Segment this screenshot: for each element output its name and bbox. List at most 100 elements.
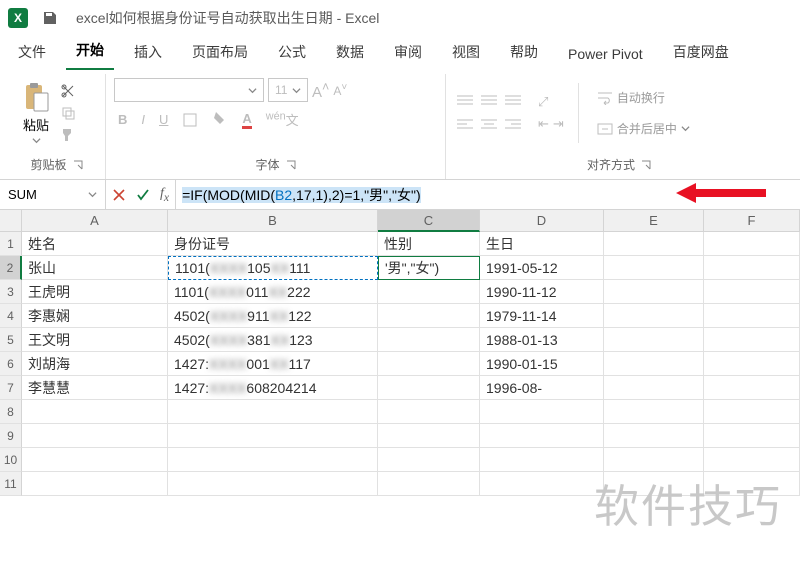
font-size-select[interactable]: 11 bbox=[268, 78, 308, 102]
cell-B10[interactable] bbox=[168, 448, 378, 472]
cell-C10[interactable] bbox=[378, 448, 480, 472]
cell-D2[interactable]: 1991-05-12 bbox=[480, 256, 604, 280]
cancel-icon[interactable] bbox=[112, 188, 126, 202]
cell-C7[interactable] bbox=[378, 376, 480, 400]
format-painter-icon[interactable] bbox=[60, 127, 76, 143]
cell-F1[interactable] bbox=[704, 232, 800, 256]
col-header-E[interactable]: E bbox=[604, 210, 704, 232]
cell-D4[interactable]: 1979-11-14 bbox=[480, 304, 604, 328]
row-header-9[interactable]: 9 bbox=[0, 424, 22, 448]
cell-E2[interactable] bbox=[604, 256, 704, 280]
bold-button[interactable]: B bbox=[118, 112, 127, 127]
merge-center-button[interactable]: 合并后居中 bbox=[593, 118, 694, 139]
align-center-icon[interactable] bbox=[478, 114, 500, 136]
cell-E1[interactable] bbox=[604, 232, 704, 256]
cell-C6[interactable] bbox=[378, 352, 480, 376]
tab-layout[interactable]: 页面布局 bbox=[182, 34, 258, 70]
cell-B9[interactable] bbox=[168, 424, 378, 448]
cell-B2[interactable]: 1101(XXXX105XX111 bbox=[168, 256, 378, 280]
formula-bar[interactable]: =IF(MOD(MID(B2,17,1),2)=1,"男","女") bbox=[176, 180, 800, 209]
increase-indent-icon[interactable]: ⇥ bbox=[553, 116, 564, 132]
cell-C11[interactable] bbox=[378, 472, 480, 496]
wrap-text-button[interactable]: 自动换行 bbox=[593, 87, 694, 108]
paste-button[interactable]: 粘贴 bbox=[16, 79, 56, 147]
cell-A3[interactable]: 王虎明 bbox=[22, 280, 168, 304]
confirm-icon[interactable] bbox=[136, 188, 150, 202]
orientation-icon[interactable]: ⤢ bbox=[538, 94, 564, 110]
fx-icon[interactable]: fx bbox=[160, 186, 169, 204]
row-header-4[interactable]: 4 bbox=[0, 304, 22, 328]
align-bottom-icon[interactable] bbox=[502, 90, 524, 112]
cell-F6[interactable] bbox=[704, 352, 800, 376]
cell-C5[interactable] bbox=[378, 328, 480, 352]
cell-F4[interactable] bbox=[704, 304, 800, 328]
cell-A11[interactable] bbox=[22, 472, 168, 496]
cell-C1[interactable]: 性别 bbox=[378, 232, 480, 256]
fill-color-icon[interactable] bbox=[212, 110, 228, 129]
cell-E6[interactable] bbox=[604, 352, 704, 376]
tab-data[interactable]: 数据 bbox=[326, 34, 374, 70]
cell-A10[interactable] bbox=[22, 448, 168, 472]
align-middle-icon[interactable] bbox=[478, 90, 500, 112]
cell-F5[interactable] bbox=[704, 328, 800, 352]
dialog-launcher-icon[interactable] bbox=[641, 160, 651, 170]
cell-E3[interactable] bbox=[604, 280, 704, 304]
row-header-10[interactable]: 10 bbox=[0, 448, 22, 472]
cell-F9[interactable] bbox=[704, 424, 800, 448]
tab-view[interactable]: 视图 bbox=[442, 34, 490, 70]
cut-icon[interactable] bbox=[60, 83, 76, 99]
cell-A6[interactable]: 刘胡海 bbox=[22, 352, 168, 376]
cell-B5[interactable]: 4502(XXXX381XX123 bbox=[168, 328, 378, 352]
cell-D6[interactable]: 1990-01-15 bbox=[480, 352, 604, 376]
cell-F2[interactable] bbox=[704, 256, 800, 280]
cell-F8[interactable] bbox=[704, 400, 800, 424]
cell-B8[interactable] bbox=[168, 400, 378, 424]
cell-A4[interactable]: 李惠娴 bbox=[22, 304, 168, 328]
copy-icon[interactable] bbox=[60, 105, 76, 121]
cell-A2[interactable]: 张山 bbox=[22, 256, 168, 280]
cell-C9[interactable] bbox=[378, 424, 480, 448]
cell-B7[interactable]: 1427:XXXX608204214 bbox=[168, 376, 378, 400]
cell-D8[interactable] bbox=[480, 400, 604, 424]
cell-D9[interactable] bbox=[480, 424, 604, 448]
name-box[interactable]: SUM bbox=[0, 180, 106, 209]
cell-D10[interactable] bbox=[480, 448, 604, 472]
tab-formulas[interactable]: 公式 bbox=[268, 34, 316, 70]
cell-B6[interactable]: 1427:XXXX001XX117 bbox=[168, 352, 378, 376]
col-header-C[interactable]: C bbox=[378, 210, 480, 232]
cell-E9[interactable] bbox=[604, 424, 704, 448]
col-header-A[interactable]: A bbox=[22, 210, 168, 232]
tab-home[interactable]: 开始 bbox=[66, 32, 114, 70]
tab-help[interactable]: 帮助 bbox=[500, 34, 548, 70]
row-header-7[interactable]: 7 bbox=[0, 376, 22, 400]
shrink-font-icon[interactable]: A˅ bbox=[333, 82, 347, 98]
row-header-5[interactable]: 5 bbox=[0, 328, 22, 352]
dialog-launcher-icon[interactable] bbox=[73, 160, 83, 170]
col-header-B[interactable]: B bbox=[168, 210, 378, 232]
col-header-D[interactable]: D bbox=[480, 210, 604, 232]
align-right-icon[interactable] bbox=[502, 114, 524, 136]
dialog-launcher-icon[interactable] bbox=[286, 160, 296, 170]
cell-A5[interactable]: 王文明 bbox=[22, 328, 168, 352]
cell-C2[interactable]: '男","女") bbox=[378, 256, 480, 280]
cell-D1[interactable]: 生日 bbox=[480, 232, 604, 256]
cell-A9[interactable] bbox=[22, 424, 168, 448]
decrease-indent-icon[interactable]: ⇤ bbox=[538, 116, 549, 132]
cell-E10[interactable] bbox=[604, 448, 704, 472]
cell-D5[interactable]: 1988-01-13 bbox=[480, 328, 604, 352]
cell-E5[interactable] bbox=[604, 328, 704, 352]
select-all-corner[interactable] bbox=[0, 210, 22, 232]
grow-font-icon[interactable]: A˄ bbox=[312, 80, 329, 101]
align-top-icon[interactable] bbox=[454, 90, 476, 112]
cell-C4[interactable] bbox=[378, 304, 480, 328]
cell-F10[interactable] bbox=[704, 448, 800, 472]
border-icon[interactable] bbox=[182, 112, 198, 128]
align-left-icon[interactable] bbox=[454, 114, 476, 136]
row-header-3[interactable]: 3 bbox=[0, 280, 22, 304]
italic-button[interactable]: I bbox=[141, 112, 145, 127]
row-header-11[interactable]: 11 bbox=[0, 472, 22, 496]
row-header-1[interactable]: 1 bbox=[0, 232, 22, 256]
cell-D7[interactable]: 1996-08- bbox=[480, 376, 604, 400]
cell-C3[interactable] bbox=[378, 280, 480, 304]
cell-F7[interactable] bbox=[704, 376, 800, 400]
